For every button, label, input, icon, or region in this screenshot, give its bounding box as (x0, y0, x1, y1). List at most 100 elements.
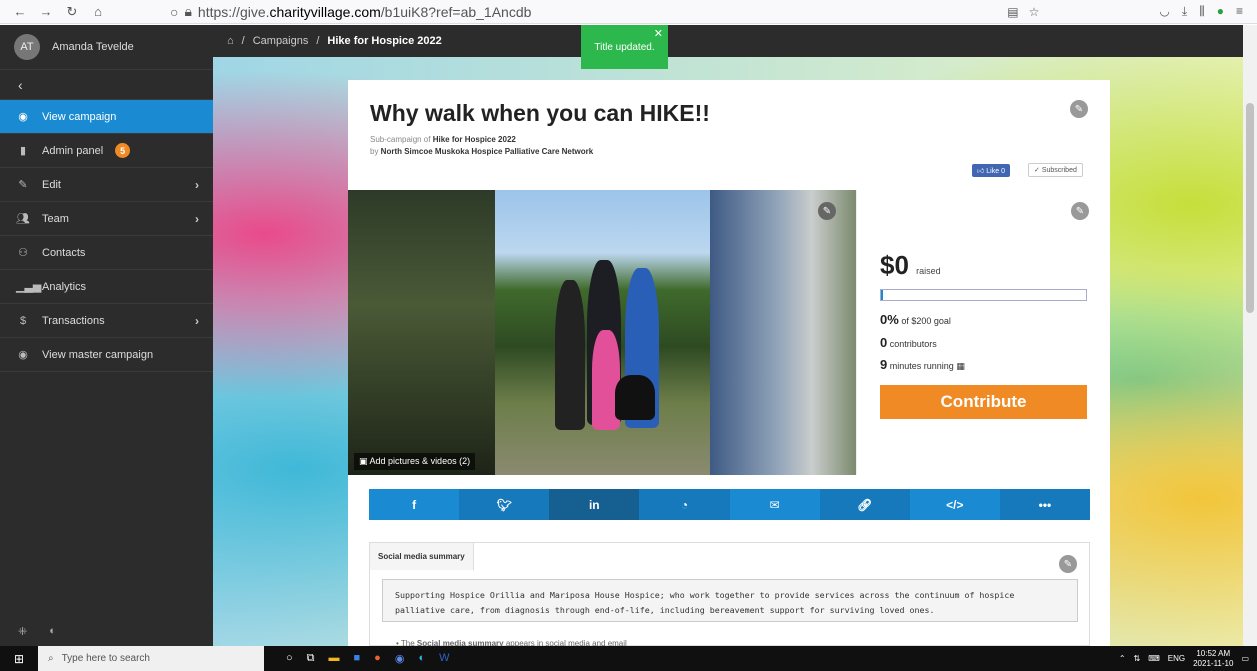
url-prefix: https://give. (197, 3, 270, 20)
keyboard-icon[interactable]: ⌨ (1148, 654, 1160, 663)
sidebar-item-label: Contacts (42, 246, 86, 259)
sidebar-item-analytics[interactable]: ▁▃▅ Analytics (0, 270, 213, 304)
thumbs-up-icon: 👍︎ (977, 168, 985, 175)
campaign-photo (495, 190, 710, 475)
fundraising-stats: ✎ $0 raised 0% of $200 goal 0 contributo… (856, 190, 1110, 475)
subscribed-button[interactable]: ✓ Subscribed (1028, 163, 1083, 177)
sidebar-item-edit[interactable]: ✎ Edit › (0, 168, 213, 202)
download-icon[interactable]: ⤓ (1182, 4, 1187, 19)
app-icon[interactable]: ■ (354, 652, 361, 665)
shield-icon: ○ (170, 3, 179, 20)
home-icon[interactable]: ⌂ (227, 35, 234, 47)
edit-stats-icon[interactable]: ✎ (1071, 202, 1089, 220)
chrome-icon[interactable]: ◉ (395, 652, 405, 665)
facebook-like-button[interactable]: 👍︎ Like 0 (972, 164, 1010, 177)
page-title: Why walk when you can HIKE!! (370, 100, 710, 126)
analytics-icon: ▁▃▅ (16, 281, 42, 293)
contribute-button[interactable]: Contribute (880, 385, 1087, 419)
language-indicator[interactable]: ENG (1168, 654, 1185, 663)
notification-badge: 5 (115, 143, 131, 158)
word-icon[interactable]: W (439, 652, 449, 665)
page-scrollbar[interactable] (1243, 25, 1257, 646)
tab-social-media-summary[interactable]: Social media summary (370, 543, 474, 571)
email-icon[interactable]: ✉ (729, 489, 820, 520)
contacts-icon: ⚇ (18, 247, 28, 259)
media-gallery[interactable]: ✎ ▣ Add pictures & videos (2) (348, 190, 856, 475)
sidebar-item-label: Team (42, 212, 69, 225)
sidebar-item-view-master-campaign[interactable]: ◉ View master campaign (0, 338, 213, 372)
taskbar-search[interactable]: ⌕ Type here to search (38, 646, 264, 671)
sidebar-item-team[interactable]: 👥︎ Team › (0, 202, 213, 236)
extension-check-icon[interactable]: ● (1217, 4, 1224, 19)
chevron-right-icon: › (195, 313, 199, 328)
bookmark-star-icon[interactable]: ☆ (1029, 5, 1040, 19)
facebook-icon[interactable]: f (369, 489, 460, 520)
file-explorer-icon[interactable]: ▬ (329, 652, 340, 665)
campaign-card: Why walk when you can HIKE!! ✎ Sub-campa… (348, 80, 1110, 648)
eye-icon: ◉ (18, 349, 28, 361)
eye-icon: ◉ (18, 111, 28, 123)
image-icon: ▣ (359, 456, 368, 466)
lock-icon: 🔒︎ (184, 3, 192, 19)
close-icon[interactable]: ✕ (654, 27, 663, 40)
sidebar-item-view-campaign[interactable]: ◉ View campaign (0, 100, 213, 134)
progress-bar (880, 289, 1087, 301)
embed-icon[interactable]: </> (909, 489, 1000, 520)
contrast-icon[interactable]: ◐ (49, 625, 56, 638)
messenger-icon[interactable]: ◔ (639, 489, 730, 520)
sidebar-item-admin-panel[interactable]: ▮ Admin panel 5 (0, 134, 213, 168)
parent-campaign-link[interactable]: Hike for Hospice 2022 (433, 135, 516, 144)
sidebar-item-label: Transactions (42, 314, 105, 327)
menu-icon[interactable]: ≡ (1236, 4, 1243, 19)
toast-notification: ✕ Title updated. (581, 25, 668, 69)
back-icon[interactable]: ← (12, 4, 28, 20)
edit-title-icon[interactable]: ✎ (1070, 100, 1088, 118)
address-bar[interactable]: ○ 🔒︎ https://give.charityvillage.com/b1u… (170, 3, 1007, 20)
edit-summary-icon[interactable]: ✎ (1059, 555, 1077, 573)
chevron-up-icon[interactable]: ⌃ (1119, 654, 1126, 663)
pencil-icon: ✎ (18, 179, 28, 191)
reader-view-icon[interactable]: ▤ (1007, 5, 1018, 19)
pocket-icon[interactable]: ◡ (1159, 4, 1169, 19)
organization-link[interactable]: North Simcoe Muskoka Hospice Palliative … (381, 147, 594, 156)
sidebar-item-label: View master campaign (42, 348, 154, 361)
clipboard-icon: ▮ (19, 145, 27, 157)
library-icon[interactable]: ⫼ (1199, 4, 1205, 19)
windows-taskbar: ⊞ ⌕ Type here to search ○ ⧉ ▬ ■ ● ◉ ◐ W … (0, 646, 1257, 671)
reload-icon[interactable]: ↻ (64, 4, 80, 20)
breadcrumb-current: Hike for Hospice 2022 (327, 35, 442, 47)
notification-icon[interactable]: ▭ (1241, 654, 1249, 663)
edit-media-icon[interactable]: ✎ (818, 202, 836, 220)
twitter-icon[interactable]: 🐦︎ (459, 489, 550, 520)
user-name: Amanda Tevelde (52, 41, 134, 53)
url-path: /b1uiK8?ref=ab_1Ancdb (380, 3, 532, 20)
add-media-button[interactable]: ▣ Add pictures & videos (2) (354, 453, 476, 470)
user-profile[interactable]: AT Amanda Tevelde (0, 25, 213, 70)
sidebar-item-contacts[interactable]: ⚇ Contacts (0, 236, 213, 270)
social-summary-text: Supporting Hospice Orillia and Mariposa … (382, 579, 1078, 622)
cortana-icon[interactable]: ○ (286, 652, 293, 665)
collapse-sidebar-button[interactable]: ‹ (0, 70, 213, 100)
home-icon[interactable]: ⌂ (90, 4, 106, 20)
linkedin-icon[interactable]: in (549, 489, 640, 520)
contributors-stat: 0 contributors (880, 335, 937, 350)
breadcrumb-campaigns[interactable]: Campaigns (253, 35, 309, 47)
link-icon[interactable]: 🔗︎ (819, 489, 910, 520)
edge-icon[interactable]: ◐ (418, 652, 425, 665)
sidebar-item-label: Admin panel (42, 144, 104, 157)
chevron-right-icon: › (195, 177, 199, 192)
windows-start-icon[interactable]: ⊞ (0, 652, 38, 666)
task-view-icon[interactable]: ⧉ (307, 652, 315, 665)
sidebar-item-label: Analytics (42, 280, 87, 293)
forward-icon[interactable]: → (38, 4, 54, 20)
sidebar-item-label: View campaign (42, 110, 117, 123)
social-media-summary: Social media summary ✎ Supporting Hospic… (369, 542, 1090, 648)
network-icon[interactable]: ⇅ (1134, 654, 1141, 663)
more-icon[interactable]: ••• (999, 489, 1090, 520)
firefox-icon[interactable]: ● (374, 652, 381, 665)
settings-icon[interactable]: ⁜ (18, 625, 27, 638)
search-icon: ⌕ (48, 653, 54, 664)
calendar-icon: ▦ (956, 361, 965, 371)
clock[interactable]: 10:52 AM 2021-11-10 (1193, 649, 1233, 669)
sidebar-item-transactions[interactable]: $ Transactions › (0, 304, 213, 338)
